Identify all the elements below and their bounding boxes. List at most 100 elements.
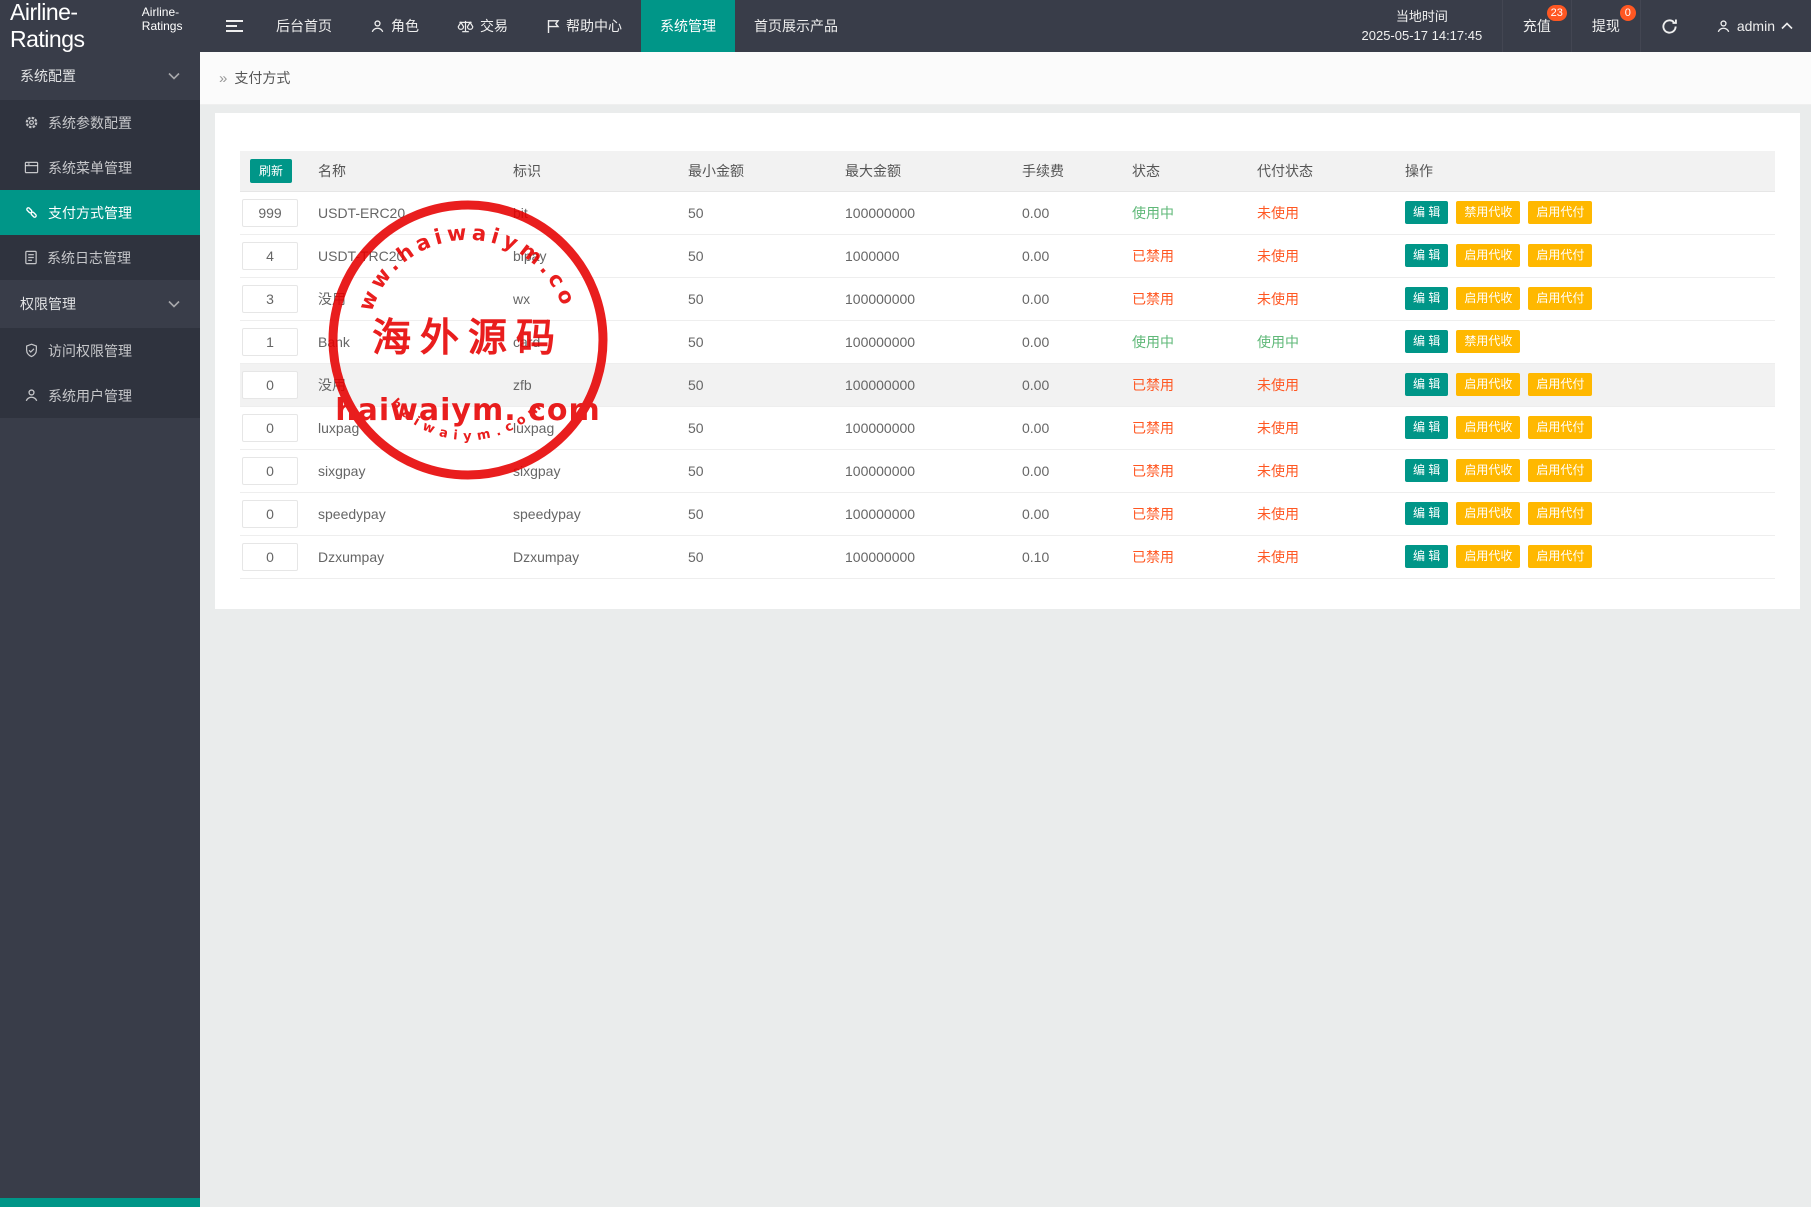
- sidebar-section-perm[interactable]: 权限管理: [0, 280, 200, 328]
- cell-code: speedypay: [513, 492, 688, 535]
- proxy-status-badge: 未使用: [1257, 535, 1405, 578]
- enable-collect-button[interactable]: 启用代收: [1456, 502, 1520, 525]
- brand-subtitle: Airline-Ratings: [142, 5, 212, 33]
- cell-name: speedypay: [318, 492, 513, 535]
- sidebar-item-menu[interactable]: 系统菜单管理: [0, 145, 200, 190]
- sidebar-item-log[interactable]: 系统日志管理: [0, 235, 200, 280]
- recharge-button[interactable]: 充值 23: [1502, 0, 1571, 52]
- proxy-status-badge: 未使用: [1257, 277, 1405, 320]
- refresh-button[interactable]: 刷新: [250, 159, 292, 183]
- withdraw-badge: 0: [1620, 5, 1636, 21]
- sidebar-item-users[interactable]: 系统用户管理: [0, 373, 200, 418]
- edit-button[interactable]: 编 辑: [1405, 502, 1448, 525]
- col-header-proxy-status: 代付状态: [1257, 151, 1405, 191]
- withdraw-button[interactable]: 提现 0: [1571, 0, 1640, 52]
- cell-min-amount: 50: [688, 234, 845, 277]
- cell-max-amount: 100000000: [845, 277, 1022, 320]
- edit-button[interactable]: 编 辑: [1405, 330, 1448, 353]
- edit-button[interactable]: 编 辑: [1405, 244, 1448, 267]
- sidebar-item-access[interactable]: 访问权限管理: [0, 328, 200, 373]
- breadcrumb: » 支付方式: [200, 52, 1811, 105]
- sort-input[interactable]: [242, 543, 298, 571]
- person-icon: [370, 19, 385, 34]
- nav-item-role[interactable]: 角色: [351, 0, 438, 52]
- cell-code: wx: [513, 277, 688, 320]
- nav-item-help[interactable]: 帮助中心: [527, 0, 641, 52]
- cell-name: USDT-ERC20: [318, 191, 513, 234]
- col-header-status: 状态: [1132, 151, 1257, 191]
- sort-input[interactable]: [242, 457, 298, 485]
- edit-button[interactable]: 编 辑: [1405, 373, 1448, 396]
- enable-payout-button[interactable]: 启用代付: [1528, 502, 1592, 525]
- sidebar-item-params[interactable]: 系统参数配置: [0, 100, 200, 145]
- recharge-badge: 23: [1547, 5, 1567, 21]
- recharge-label: 充值: [1523, 16, 1551, 36]
- cell-actions: 编 辑启用代收启用代付: [1405, 277, 1775, 320]
- shield-check-icon: [24, 343, 39, 358]
- sort-input[interactable]: [242, 199, 298, 227]
- nav-item-products[interactable]: 首页展示产品: [735, 0, 857, 52]
- status-badge: 已禁用: [1132, 234, 1257, 277]
- enable-payout-button[interactable]: 启用代付: [1528, 416, 1592, 439]
- main-area: » 支付方式 刷新 名称 标识 最小金额 最大金额: [200, 52, 1811, 1207]
- hamburger-icon: [226, 19, 243, 33]
- nav-item-label: 后台首页: [276, 16, 332, 36]
- edit-button[interactable]: 编 辑: [1405, 201, 1448, 224]
- enable-collect-button[interactable]: 启用代收: [1456, 287, 1520, 310]
- table-row: sixgpay sixgpay 50 100000000 0.00 已禁用 未使…: [240, 449, 1775, 492]
- cell-fee: 0.00: [1022, 492, 1132, 535]
- edit-button[interactable]: 编 辑: [1405, 416, 1448, 439]
- sidebar-item-label: 支付方式管理: [48, 203, 132, 223]
- enable-collect-button[interactable]: 启用代收: [1456, 244, 1520, 267]
- enable-payout-button[interactable]: 启用代付: [1528, 373, 1592, 396]
- enable-payout-button[interactable]: 启用代付: [1528, 287, 1592, 310]
- enable-collect-button[interactable]: 启用代收: [1456, 545, 1520, 568]
- proxy-status-badge: 未使用: [1257, 363, 1405, 406]
- refresh-page-button[interactable]: [1640, 0, 1698, 52]
- cell-code: bit: [513, 191, 688, 234]
- user-menu[interactable]: admin: [1698, 0, 1811, 52]
- sidebar-section-config[interactable]: 系统配置: [0, 52, 200, 100]
- sort-input[interactable]: [242, 242, 298, 270]
- sidebar-toggle-button[interactable]: [212, 0, 257, 52]
- enable-collect-button[interactable]: 启用代收: [1456, 416, 1520, 439]
- nav-item-label: 帮助中心: [566, 16, 622, 36]
- sort-input[interactable]: [242, 414, 298, 442]
- enable-payout-button[interactable]: 启用代付: [1528, 459, 1592, 482]
- sort-input[interactable]: [242, 328, 298, 356]
- payment-table-body: USDT-ERC20 bit 50 100000000 0.00 使用中 未使用…: [240, 191, 1775, 578]
- sidebar-item-payment[interactable]: 支付方式管理: [0, 190, 200, 235]
- cell-min-amount: 50: [688, 363, 845, 406]
- disable-collect-button[interactable]: 禁用代收: [1456, 330, 1520, 353]
- username-label: admin: [1737, 18, 1775, 34]
- enable-collect-button[interactable]: 启用代收: [1456, 459, 1520, 482]
- cell-max-amount: 100000000: [845, 320, 1022, 363]
- edit-button[interactable]: 编 辑: [1405, 545, 1448, 568]
- cell-max-amount: 100000000: [845, 492, 1022, 535]
- payment-table-card: 刷新 名称 标识 最小金额 最大金额 手续费 状态 代付状态 操作 USDT-E…: [215, 113, 1800, 609]
- proxy-status-badge: 未使用: [1257, 234, 1405, 277]
- enable-payout-button[interactable]: 启用代付: [1528, 545, 1592, 568]
- col-header-fee: 手续费: [1022, 151, 1132, 191]
- sort-input[interactable]: [242, 500, 298, 528]
- proxy-status-badge: 未使用: [1257, 449, 1405, 492]
- proxy-status-badge: 未使用: [1257, 406, 1405, 449]
- enable-collect-button[interactable]: 启用代收: [1456, 373, 1520, 396]
- cell-max-amount: 1000000: [845, 234, 1022, 277]
- cell-fee: 0.00: [1022, 191, 1132, 234]
- sort-input[interactable]: [242, 285, 298, 313]
- enable-payout-button[interactable]: 启用代付: [1528, 201, 1592, 224]
- cell-actions: 编 辑启用代收启用代付: [1405, 363, 1775, 406]
- proxy-status-badge: 未使用: [1257, 191, 1405, 234]
- cell-fee: 0.00: [1022, 363, 1132, 406]
- cell-fee: 0.10: [1022, 535, 1132, 578]
- nav-item-system[interactable]: 系统管理: [641, 0, 735, 52]
- nav-item-home[interactable]: 后台首页: [257, 0, 351, 52]
- nav-item-trade[interactable]: 交易: [438, 0, 527, 52]
- disable-collect-button[interactable]: 禁用代收: [1456, 201, 1520, 224]
- cell-fee: 0.00: [1022, 406, 1132, 449]
- edit-button[interactable]: 编 辑: [1405, 287, 1448, 310]
- sort-input[interactable]: [242, 371, 298, 399]
- enable-payout-button[interactable]: 启用代付: [1528, 244, 1592, 267]
- edit-button[interactable]: 编 辑: [1405, 459, 1448, 482]
